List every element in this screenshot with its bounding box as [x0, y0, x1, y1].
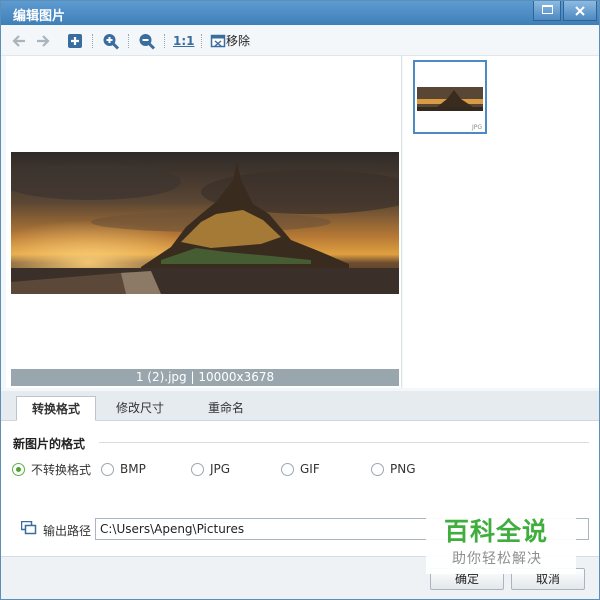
folder-path-icon	[21, 521, 37, 535]
radio-button[interactable]	[191, 462, 204, 476]
close-button[interactable]	[563, 1, 597, 21]
radio-label: BMP	[120, 462, 146, 476]
radio-button[interactable]	[12, 462, 25, 476]
zoom-out-button[interactable]	[138, 31, 156, 51]
thumbnail-panel: JPG	[403, 56, 599, 388]
radio-label: JPG	[210, 462, 231, 476]
thumbnail-image	[417, 87, 483, 111]
toolbar-separator	[128, 34, 129, 48]
thumbnail-tag: JPG	[471, 124, 482, 131]
toolbar-separator	[92, 34, 93, 48]
edit-image-dialog: 编辑图片 1:1 移除 1 (2).jpg | 10000x3678 JPG 转…	[0, 0, 600, 600]
toolbar-separator	[201, 34, 202, 48]
watermark-overlay: 百科全说 助你轻松解决	[426, 502, 576, 574]
maximize-button[interactable]	[533, 1, 561, 21]
remove-icon	[210, 34, 226, 48]
toolbar: 1:1 移除	[1, 25, 599, 56]
preview-image[interactable]	[11, 152, 399, 294]
remove-label: 移除	[226, 34, 251, 48]
image-preview: 1 (2).jpg | 10000x3678	[6, 56, 402, 388]
thumbnail-item[interactable]: JPG	[413, 60, 487, 134]
watermark-title: 百科全说	[444, 517, 549, 546]
radio-png[interactable]: PNG	[371, 461, 416, 477]
window-title: 编辑图片	[13, 9, 66, 24]
radio-label: PNG	[390, 462, 416, 476]
watermark-subtitle: 助你轻松解决	[452, 551, 542, 567]
zoom-out-icon	[139, 34, 156, 50]
output-path-label: 输出路径	[43, 524, 92, 538]
forward-arrow-icon	[37, 35, 50, 47]
back-arrow-icon	[12, 35, 25, 47]
tab-convert-format[interactable]: 转换格式	[16, 396, 96, 421]
remove-button[interactable]: 移除	[210, 31, 250, 51]
title-bar[interactable]: 编辑图片	[1, 1, 599, 25]
close-icon	[575, 6, 585, 16]
add-button[interactable]	[67, 31, 83, 51]
add-icon	[68, 34, 82, 48]
radio-gif[interactable]: GIF	[281, 461, 320, 477]
section-divider	[99, 442, 589, 443]
tab-bar: 转换格式 修改尺寸 重命名	[1, 391, 599, 421]
radio-jpg[interactable]: JPG	[191, 461, 230, 477]
tab-resize[interactable]: 修改尺寸	[103, 396, 177, 421]
radio-no-convert[interactable]: 不转换格式	[12, 461, 91, 477]
radio-button[interactable]	[371, 462, 384, 476]
maximize-icon	[541, 5, 553, 14]
radio-label: 不转换格式	[31, 462, 92, 477]
image-caption: 1 (2).jpg | 10000x3678	[11, 369, 399, 386]
section-title: 新图片的格式	[13, 437, 86, 451]
tab-rename[interactable]: 重命名	[191, 396, 261, 421]
forward-button[interactable]	[35, 31, 51, 51]
toolbar-separator	[164, 34, 165, 48]
radio-button[interactable]	[281, 462, 294, 476]
zoom-in-icon	[103, 34, 120, 50]
zoom-in-button[interactable]	[102, 31, 120, 51]
back-button[interactable]	[11, 31, 27, 51]
actual-size-button[interactable]: 1:1	[173, 31, 195, 51]
radio-button[interactable]	[101, 462, 114, 476]
radio-bmp[interactable]: BMP	[101, 461, 146, 477]
radio-label: GIF	[300, 462, 320, 476]
